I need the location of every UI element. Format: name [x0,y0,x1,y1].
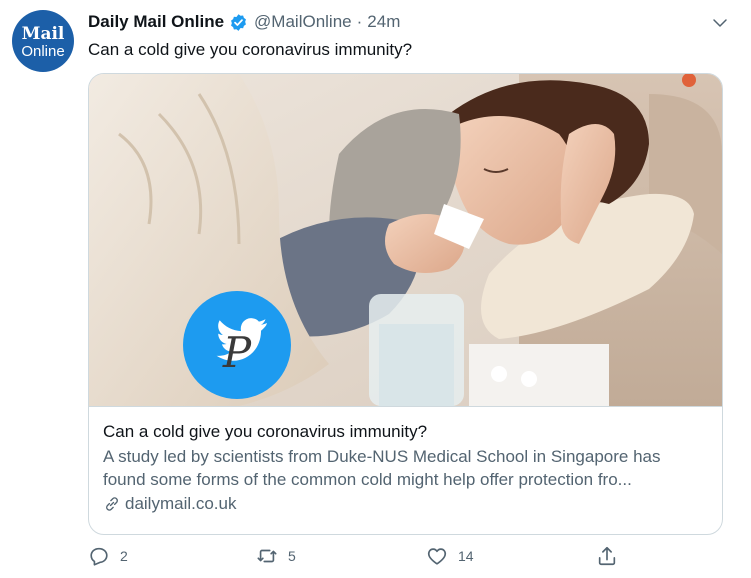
link-icon [106,497,118,511]
separator-dot: · [356,12,363,31]
badge-letter: P [222,328,252,377]
link-card[interactable]: P Can a cold give you coronavirus immuni… [88,73,723,535]
card-description-line-2: found some forms of the common cold migh… [103,470,632,489]
card-body[interactable]: Can a cold give you coronavirus immunity… [89,406,722,515]
retweet-icon [257,549,277,563]
card-title: Can a cold give you coronavirus immunity… [103,422,428,441]
timestamp[interactable]: 24m [367,12,400,32]
share-button[interactable] [596,545,618,567]
reply-icon [90,547,108,566]
avatar-line-1: Mail [21,23,65,44]
card-domain[interactable]: dailymail.co.uk [103,493,708,515]
like-button[interactable]: 14 [426,545,474,567]
author-handle[interactable]: @MailOnline [254,12,352,32]
author-name[interactable]: Daily Mail Online [88,12,224,32]
chevron-down-icon[interactable] [711,14,729,32]
reply-button[interactable]: 2 [88,545,128,567]
card-domain-text: dailymail.co.uk [125,494,237,513]
reply-count: 2 [120,548,128,564]
tweet-header: Daily Mail Online @MailOnline · 24m [88,11,400,33]
tweet-text: Can a cold give you coronavirus immunity… [88,40,413,59]
retweet-button[interactable]: 5 [256,545,296,567]
twitter-bird-icon: P [183,291,291,399]
share-icon [598,546,616,566]
avatar-line-2: Online [21,42,65,60]
card-image[interactable]: P [89,74,722,406]
author-avatar[interactable]: Mail Online [12,10,74,72]
tweet-actions: 2 5 14 [88,545,628,573]
card-description-line-1: A study led by scientists from Duke-NUS … [103,447,661,466]
verified-icon [231,13,246,31]
like-count: 14 [458,548,474,564]
retweet-count: 5 [288,548,296,564]
card-description: A study led by scientists from Duke-NUS … [103,445,708,491]
like-icon [427,548,447,565]
